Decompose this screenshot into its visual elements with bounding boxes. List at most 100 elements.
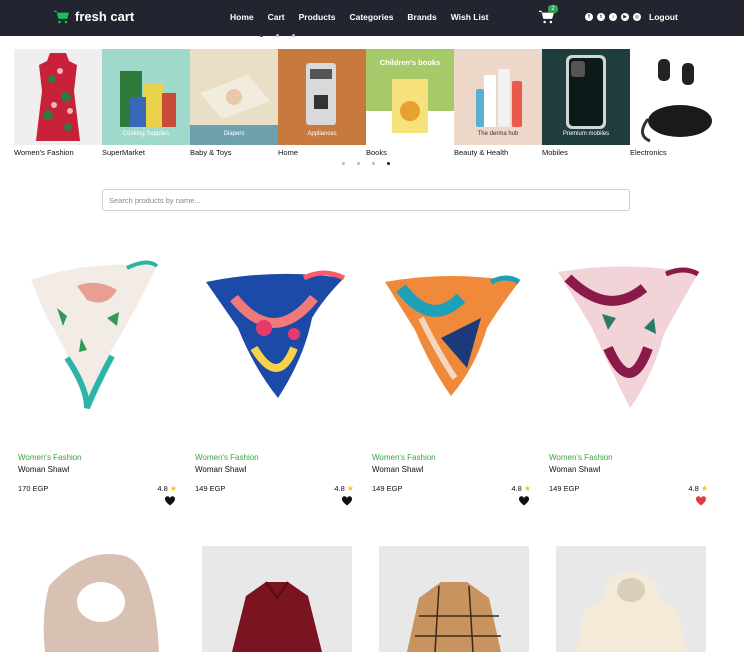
product-image[interactable] xyxy=(202,546,352,652)
product-price: 149 EGP xyxy=(372,484,403,493)
slider-dot[interactable] xyxy=(342,162,345,165)
category-label: Women's Fashion xyxy=(14,148,74,157)
product-name: Woman Shawl xyxy=(372,465,424,474)
product-image xyxy=(548,238,708,438)
nav-products[interactable]: Products xyxy=(299,12,336,22)
product-rating: 4.8 ★ xyxy=(157,484,177,493)
category-slide[interactable]: Cooking Supplies SuperMarket xyxy=(102,49,190,157)
banner-dot[interactable] xyxy=(292,34,295,37)
product-rating: 4.8 ★ xyxy=(511,484,531,493)
rating-value: 4.8 xyxy=(688,484,699,493)
category-slide[interactable]: Electronics xyxy=(630,49,718,157)
product-image xyxy=(17,238,177,438)
brand-logo[interactable]: fresh cart xyxy=(54,9,134,24)
nav-categories[interactable]: Categories xyxy=(349,12,393,22)
product-category: Women's Fashion xyxy=(372,453,436,462)
category-slide[interactable]: Premium mobiles Mobiles xyxy=(542,49,630,157)
banner-dot[interactable] xyxy=(260,34,263,37)
category-label: Books xyxy=(366,148,387,157)
facebook-icon[interactable]: f xyxy=(585,13,593,21)
heart-icon[interactable] xyxy=(518,495,530,506)
product-price: 149 EGP xyxy=(195,484,226,493)
product-card[interactable]: Women's Fashion Woman Shawl 170 EGP 4.8 ★ xyxy=(17,238,177,510)
category-image xyxy=(14,49,102,145)
nav-wish-list[interactable]: Wish List xyxy=(451,12,489,22)
star-icon: ★ xyxy=(700,484,708,493)
category-label: SuperMarket xyxy=(102,148,145,157)
category-image: Appliances xyxy=(278,49,366,145)
tiktok-icon[interactable]: ♪ xyxy=(609,13,617,21)
product-card[interactable]: Women's Fashion Woman Shawl 149 EGP 4.8 ★ xyxy=(548,238,708,510)
category-image: Cooking Supplies xyxy=(102,49,190,145)
category-slide[interactable]: Diapers Baby & Toys xyxy=(190,49,278,157)
product-price: 149 EGP xyxy=(549,484,580,493)
banner-dot[interactable] xyxy=(276,34,279,37)
star-icon: ★ xyxy=(169,484,177,493)
product-image[interactable] xyxy=(25,546,175,652)
product-category: Women's Fashion xyxy=(549,453,613,462)
twitter-icon[interactable]: t xyxy=(597,13,605,21)
cart-count-badge: 2 xyxy=(548,5,558,13)
cart-button[interactable]: 2 xyxy=(539,5,558,24)
star-icon: ★ xyxy=(346,484,354,493)
category-overlay-text: Premium mobiles xyxy=(562,131,610,137)
slider-pagination xyxy=(342,162,390,165)
star-icon: ★ xyxy=(523,484,531,493)
slider-dot[interactable] xyxy=(357,162,360,165)
category-slide[interactable]: The derma hub Beauty & Health xyxy=(454,49,542,157)
product-grid-row-2 xyxy=(25,546,706,652)
product-category: Women's Fashion xyxy=(195,453,259,462)
nav-cart[interactable]: Cart xyxy=(268,12,285,22)
main-nav: Home Cart Products Categories Brands Wis… xyxy=(230,12,502,22)
product-image xyxy=(194,238,354,438)
category-slide[interactable]: Women's Fashion xyxy=(14,49,102,157)
category-image: Children's books xyxy=(366,49,454,145)
category-overlay-text: Diapers xyxy=(223,131,245,137)
product-card[interactable]: Women's Fashion Woman Shawl 149 EGP 4.8 ★ xyxy=(194,238,354,510)
category-label: Home xyxy=(278,148,299,157)
category-label: Electronics xyxy=(630,148,667,157)
search-input[interactable] xyxy=(102,189,630,211)
brand-name: fresh cart xyxy=(75,9,135,24)
category-slide[interactable]: Children's books Books xyxy=(366,49,454,157)
product-image[interactable] xyxy=(379,546,529,652)
nav-brands[interactable]: Brands xyxy=(407,12,436,22)
slider-dot[interactable] xyxy=(372,162,375,165)
social-links: f t ♪ ▶ ◎ xyxy=(585,13,641,21)
rating-value: 4.8 xyxy=(334,484,345,493)
category-label: Beauty & Health xyxy=(454,148,509,157)
rating-value: 4.8 xyxy=(157,484,168,493)
category-image: Diapers xyxy=(190,49,278,145)
category-overlay-text: Cooking Supplies xyxy=(122,131,170,137)
product-image xyxy=(371,238,531,438)
category-slider: Women's Fashion Cooking Supplies SuperMa… xyxy=(14,49,718,157)
shopping-cart-icon xyxy=(54,10,69,23)
product-name: Woman Shawl xyxy=(195,465,247,474)
category-overlay-text: Appliances xyxy=(307,131,337,137)
instagram-icon[interactable]: ◎ xyxy=(633,13,641,21)
category-label: Mobiles xyxy=(542,148,568,157)
rating-value: 4.8 xyxy=(511,484,522,493)
heart-icon[interactable] xyxy=(341,495,353,506)
product-price: 170 EGP xyxy=(18,484,49,493)
product-grid: Women's Fashion Woman Shawl 170 EGP 4.8 ★… xyxy=(17,238,708,510)
product-name: Woman Shawl xyxy=(549,465,601,474)
category-label: Baby & Toys xyxy=(190,148,232,157)
product-rating: 4.8 ★ xyxy=(334,484,354,493)
heart-icon[interactable] xyxy=(164,495,176,506)
product-category: Women's Fashion xyxy=(18,453,82,462)
category-image: The derma hub xyxy=(454,49,542,145)
product-image[interactable] xyxy=(556,546,706,652)
product-name: Woman Shawl xyxy=(18,465,70,474)
product-rating: 4.8 ★ xyxy=(688,484,708,493)
heart-icon-active[interactable] xyxy=(695,495,707,506)
youtube-icon[interactable]: ▶ xyxy=(621,13,629,21)
nav-home[interactable]: Home xyxy=(230,12,254,22)
category-slide[interactable]: Appliances Home xyxy=(278,49,366,157)
slider-dot[interactable] xyxy=(387,162,390,165)
logout-link[interactable]: Logout xyxy=(649,12,678,22)
category-overlay-text: The derma hub xyxy=(477,131,519,137)
category-image xyxy=(630,49,718,145)
product-card[interactable]: Women's Fashion Woman Shawl 149 EGP 4.8 ★ xyxy=(371,238,531,510)
category-image: Premium mobiles xyxy=(542,49,630,145)
